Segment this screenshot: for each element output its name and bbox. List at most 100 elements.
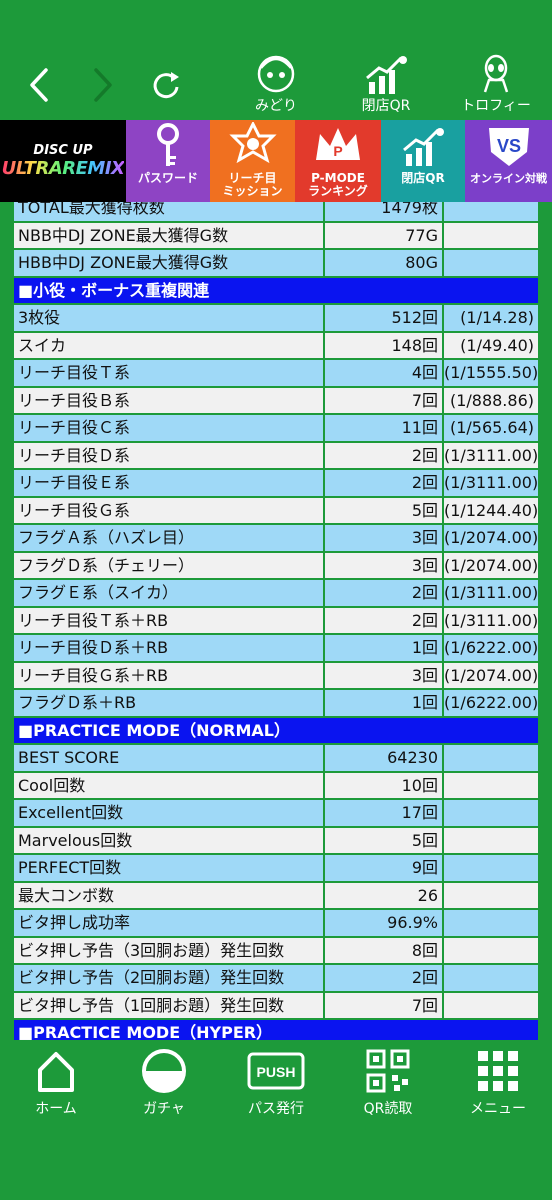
table-row: TOTAL最大獲得枚数 1479枚 — [14, 202, 538, 222]
stat-label: ビタ押し予告（3回胴お題）発生回数 — [14, 937, 323, 963]
stat-probability — [444, 800, 538, 826]
stat-value: 11回 — [325, 415, 442, 441]
stat-probability: (1/3111.00) — [444, 442, 538, 468]
stat-probability — [444, 910, 538, 936]
stats-scroll-area[interactable]: TOTAL最大獲得枚数 1479枚 NBB中DJ ZONE最大獲得G数 77G HBB中… — [0, 202, 552, 1040]
table-row: リーチ目役Ｂ系 7回 (1/888.86) — [14, 387, 538, 415]
stat-value: 1479枚 — [325, 202, 442, 221]
stat-label: リーチ目役Ｔ系＋RB — [14, 607, 323, 633]
badge-star-icon — [210, 120, 295, 172]
tile-label: P-MODE ランキング — [308, 171, 368, 198]
bottom-item-label: パス発行 — [248, 1101, 304, 1117]
bottom-item-qr-read[interactable]: QR読取 — [338, 1048, 438, 1118]
stat-probability — [444, 772, 538, 798]
stat-value: 3回 — [325, 662, 442, 688]
stat-probability: (1/1244.40) — [444, 497, 538, 523]
table-row: Cool回数 10回 — [14, 772, 538, 800]
stat-label: Excellent回数 — [14, 800, 323, 826]
tile-online-battle[interactable]: VS オンライン対戦 — [465, 120, 552, 202]
stat-value: 2回 — [325, 607, 442, 633]
stat-label: ビタ押し成功率 — [14, 910, 323, 936]
section-header: ■PRACTICE MODE（HYPER） — [14, 1019, 538, 1040]
top-item-midori[interactable]: みどり — [236, 52, 316, 120]
reload-icon — [153, 72, 179, 99]
bottom-nav: ホーム ガチャ PUSH パス発行 QR読取 メニュー — [0, 1040, 552, 1200]
chart-up-icon — [346, 52, 426, 96]
section-header: ■小役・ボーナス重複関連 — [14, 277, 538, 305]
stat-value: 26 — [325, 882, 442, 908]
stat-probability: (1/6222.00) — [444, 635, 538, 661]
stat-probability: (1/2074.00) — [444, 662, 538, 688]
stat-label: PERFECT回数 — [14, 855, 323, 881]
top-item-trophy[interactable]: トロフィー — [456, 52, 536, 120]
bottom-item-home[interactable]: ホーム — [6, 1048, 106, 1118]
tile-pmode-ranking[interactable]: P P-MODE ランキング — [295, 120, 381, 202]
forward-button[interactable] — [82, 60, 122, 110]
bottom-item-menu[interactable]: メニュー — [448, 1048, 548, 1118]
bottom-item-gacha[interactable]: ガチャ — [114, 1048, 214, 1118]
stat-label: フラグＡ系（ハズレ目） — [14, 525, 323, 551]
stat-label: ビタ押し予告（2回胴お題）発生回数 — [14, 965, 323, 991]
stat-value: 2回 — [325, 965, 442, 991]
table-row: リーチ目役Ｃ系 11回 (1/565.64) — [14, 414, 538, 442]
stat-probability — [444, 882, 538, 908]
section-title: ■PRACTICE MODE（NORMAL） — [14, 717, 538, 743]
stat-label: リーチ目役Ｄ系＋RB — [14, 635, 323, 661]
table-row: フラグＤ系＋RB 1回 (1/6222.00) — [14, 689, 538, 717]
app-page: みどり 閉店QR トロフィー DISC UP ULTRAREMIX パスワード — [0, 0, 552, 1200]
table-row: ビタ押し予告（2回胴お題）発生回数 2回 — [14, 964, 538, 992]
back-button[interactable] — [20, 60, 60, 110]
stat-probability — [444, 222, 538, 248]
stat-probability — [444, 827, 538, 853]
table-row: ビタ押し予告（1回胴お題）発生回数 7回 — [14, 992, 538, 1020]
svg-text:P: P — [333, 143, 342, 159]
stat-value: 4回 — [325, 360, 442, 386]
banner: DISC UP ULTRAREMIX パスワード リーチ目 ミッション P P-… — [0, 120, 552, 202]
stat-label: 最大コンボ数 — [14, 882, 323, 908]
top-nav: みどり 閉店QR トロフィー — [0, 0, 552, 120]
tile-closing-qr[interactable]: 閉店QR — [381, 120, 465, 202]
stat-label: NBB中DJ ZONE最大獲得G数 — [14, 222, 323, 248]
stat-probability — [444, 250, 538, 276]
stat-value: 10回 — [325, 772, 442, 798]
stat-label: 3枚役 — [14, 305, 323, 331]
table-row: PERFECT回数 9回 — [14, 854, 538, 882]
top-item-label: トロフィー — [461, 98, 531, 114]
stat-probability: (1/1555.50) — [444, 360, 538, 386]
tile-password[interactable]: パスワード — [126, 120, 210, 202]
grid-menu-icon — [448, 1048, 548, 1094]
push-button-icon: PUSH — [226, 1048, 326, 1094]
table-row: リーチ目役Ｔ系＋RB 2回 (1/3111.00) — [14, 607, 538, 635]
chart-up-icon — [381, 120, 465, 172]
stat-value: 64230 — [325, 745, 442, 771]
stat-value: 8回 — [325, 937, 442, 963]
top-item-label: みどり — [255, 98, 297, 114]
svg-text:VS: VS — [496, 136, 520, 156]
svg-text:PUSH: PUSH — [257, 1064, 296, 1080]
tile-reach-mission[interactable]: リーチ目 ミッション — [210, 120, 295, 202]
reload-button[interactable] — [146, 60, 186, 110]
stat-probability — [444, 937, 538, 963]
stat-value: 5回 — [325, 497, 442, 523]
top-item-label: 閉店QR — [361, 98, 411, 114]
stat-label: スイカ — [14, 332, 323, 358]
stat-label: リーチ目役Ｅ系 — [14, 470, 323, 496]
table-row: BEST SCORE 64230 — [14, 744, 538, 772]
game-logo[interactable]: DISC UP ULTRAREMIX — [0, 120, 126, 202]
top-item-closing-qr[interactable]: 閉店QR — [346, 52, 426, 120]
table-row: フラグＥ系（スイカ） 2回 (1/3111.00) — [14, 579, 538, 607]
table-row: ビタ押し予告（3回胴お題）発生回数 8回 — [14, 937, 538, 965]
stat-label: フラグＤ系（チェリー） — [14, 552, 323, 578]
stat-label: Cool回数 — [14, 772, 323, 798]
tile-label: 閉店QR — [401, 171, 445, 185]
qr-code-icon — [338, 1048, 438, 1094]
section-header: ■PRACTICE MODE（NORMAL） — [14, 717, 538, 745]
bottom-item-pass-issue[interactable]: PUSH パス発行 — [226, 1048, 326, 1118]
stat-value: 3回 — [325, 525, 442, 551]
stat-label: リーチ目役Ｇ系 — [14, 497, 323, 523]
stat-value: 2回 — [325, 580, 442, 606]
stat-value: 7回 — [325, 992, 442, 1018]
stat-value: 1回 — [325, 690, 442, 716]
table-row: Excellent回数 17回 — [14, 799, 538, 827]
table-row: リーチ目役Ｔ系 4回 (1/1555.50) — [14, 359, 538, 387]
